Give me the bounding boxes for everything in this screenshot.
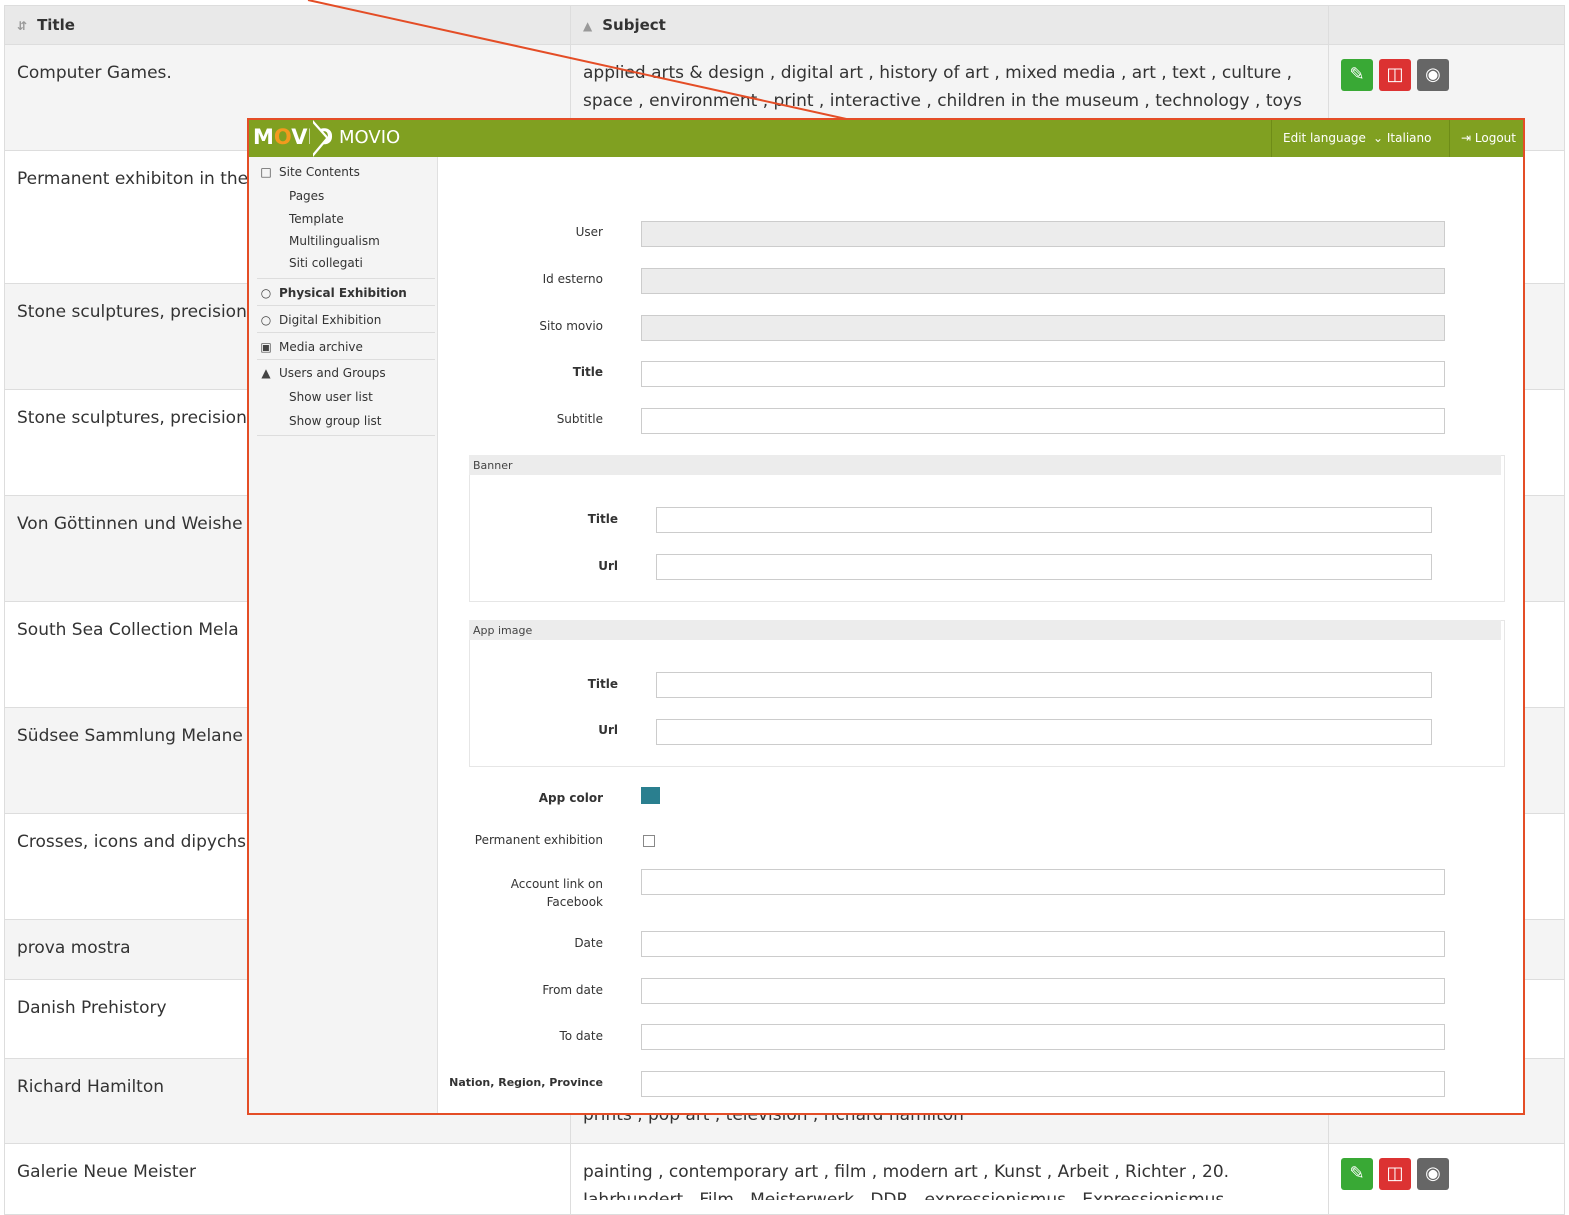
sito-movio-label: Sito movio [539, 319, 603, 333]
from-date-label: From date [542, 983, 603, 997]
sidebar-item-site-contents[interactable]: □ Site Contents [259, 165, 360, 179]
nation-label: Nation, Region, Province [449, 1076, 603, 1089]
app-image-section-heading: App image [469, 620, 1501, 640]
banner-section-heading: Banner [469, 455, 1501, 475]
sidebar-item-label: Site Contents [279, 165, 360, 179]
exhibition-form: User Id esterno Sito movio Title Subtitl… [437, 157, 1523, 1113]
sidebar-item-label: Users and Groups [279, 366, 386, 380]
to-date-label: To date [559, 1029, 603, 1043]
title-label: Title [572, 365, 603, 379]
logout-button[interactable]: ⇥ Logout [1461, 131, 1516, 145]
app-color-swatch[interactable] [641, 787, 660, 804]
circle-icon: ○ [260, 313, 272, 327]
divider [1449, 120, 1450, 157]
date-label: Date [574, 936, 603, 950]
account-link-label-line2: Facebook [546, 895, 603, 909]
id-esterno-field [641, 268, 1445, 294]
subtitle-input[interactable] [641, 408, 1445, 434]
sidebar-item-digital-exhibition[interactable]: ○ Digital Exhibition [259, 313, 382, 327]
logout-label: Logout [1474, 131, 1516, 145]
banner-title-input[interactable] [656, 507, 1432, 533]
sidebar-item-pages[interactable]: Pages [289, 189, 324, 203]
permanent-exhibition-checkbox[interactable] [643, 835, 655, 847]
movio-admin-screenshot: MOVIO MOVIO Edit language ⌄ Italiano ⇥ L… [247, 118, 1525, 1115]
sidebar-item-label: Physical Exhibition [279, 286, 407, 300]
image-icon: ▣ [260, 340, 272, 354]
logout-icon: ⇥ [1461, 131, 1472, 145]
sidebar-item-label: Media archive [279, 340, 363, 354]
divider [257, 278, 435, 279]
chevron-down-icon: ⌄ [1373, 131, 1384, 145]
user-icon: ▲ [261, 366, 271, 380]
sidebar-item-show-group-list[interactable]: Show group list [289, 414, 381, 428]
sidebar: □ Site Contents Pages Template Multilingu… [249, 157, 438, 1113]
app-image-url-input[interactable] [656, 719, 1432, 745]
sidebar-item-multilingualism[interactable]: Multilingualism [289, 234, 380, 248]
breadcrumb-separator-fill [310, 120, 326, 157]
nation-input[interactable] [641, 1071, 1445, 1097]
user-label: User [575, 225, 603, 239]
user-field [641, 221, 1445, 247]
divider [257, 305, 435, 306]
sidebar-item-template[interactable]: Template [289, 212, 344, 226]
divider [257, 435, 435, 436]
date-input[interactable] [641, 931, 1445, 957]
circle-icon: ○ [260, 286, 272, 300]
sidebar-item-media-archive[interactable]: ▣ Media archive [259, 340, 363, 354]
banner-url-label: Url [598, 559, 618, 573]
banner-url-input[interactable] [656, 554, 1432, 580]
to-date-input[interactable] [641, 1024, 1445, 1050]
site-name[interactable]: MOVIO [339, 127, 400, 148]
divider [257, 359, 435, 360]
edit-language-link[interactable]: Edit language [1283, 131, 1366, 145]
app-image-title-label: Title [587, 677, 618, 691]
id-esterno-label: Id esterno [542, 272, 603, 286]
sidebar-item-siti-collegati[interactable]: Siti collegati [289, 256, 363, 270]
language-select[interactable]: ⌄ Italiano [1373, 131, 1431, 145]
account-link-label-line1: Account link on [510, 877, 603, 891]
app-color-label: App color [538, 791, 603, 805]
sidebar-item-users-and-groups[interactable]: ▲ Users and Groups [259, 366, 386, 380]
from-date-input[interactable] [641, 978, 1445, 1004]
logo-o-letter: O [273, 125, 292, 149]
subtitle-label: Subtitle [556, 412, 603, 426]
account-link-label: Account link on Facebook [511, 875, 603, 911]
sito-movio-field [641, 315, 1445, 341]
sidebar-item-label: Digital Exhibition [279, 313, 382, 327]
title-input[interactable] [641, 361, 1445, 387]
banner-title-label: Title [587, 512, 618, 526]
app-image-url-label: Url [598, 723, 618, 737]
permanent-exhibition-label: Permanent exhibition [474, 833, 603, 847]
app-image-title-input[interactable] [656, 672, 1432, 698]
sidebar-item-physical-exhibition[interactable]: ○ Physical Exhibition [259, 286, 407, 300]
account-link-input[interactable] [641, 869, 1445, 895]
divider [1271, 120, 1272, 157]
top-bar: MOVIO MOVIO Edit language ⌄ Italiano ⇥ L… [249, 120, 1523, 157]
divider [257, 332, 435, 333]
language-select-label: Italiano [1386, 131, 1432, 145]
sidebar-item-show-user-list[interactable]: Show user list [289, 390, 373, 404]
document-icon: □ [260, 165, 272, 179]
